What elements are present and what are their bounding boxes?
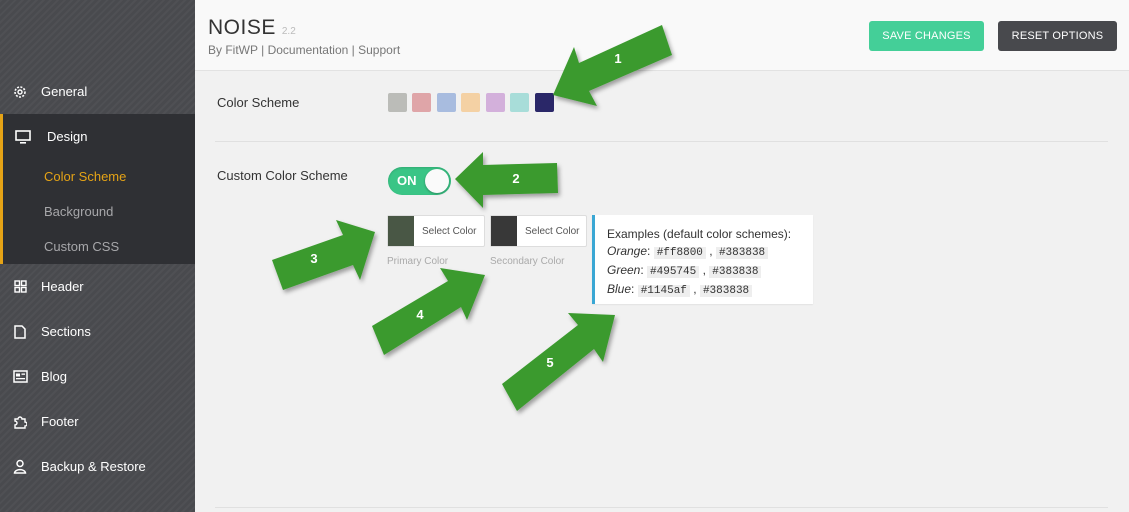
annotation-label-3: 3 [310,251,317,266]
annotation-arrow-5 [502,313,615,411]
annotation-arrow-1 [553,25,672,106]
annotation-label-4: 4 [416,307,424,322]
annotation-label-1: 1 [614,51,621,66]
annotation-arrows: 1 2 3 4 5 [272,25,672,411]
annotation-label-2: 2 [512,171,519,186]
annotation-label-5: 5 [546,355,553,370]
annotation-arrow-4 [372,268,485,355]
annotation-arrow-2 [455,152,558,208]
annotation-arrow-3 [272,220,375,290]
